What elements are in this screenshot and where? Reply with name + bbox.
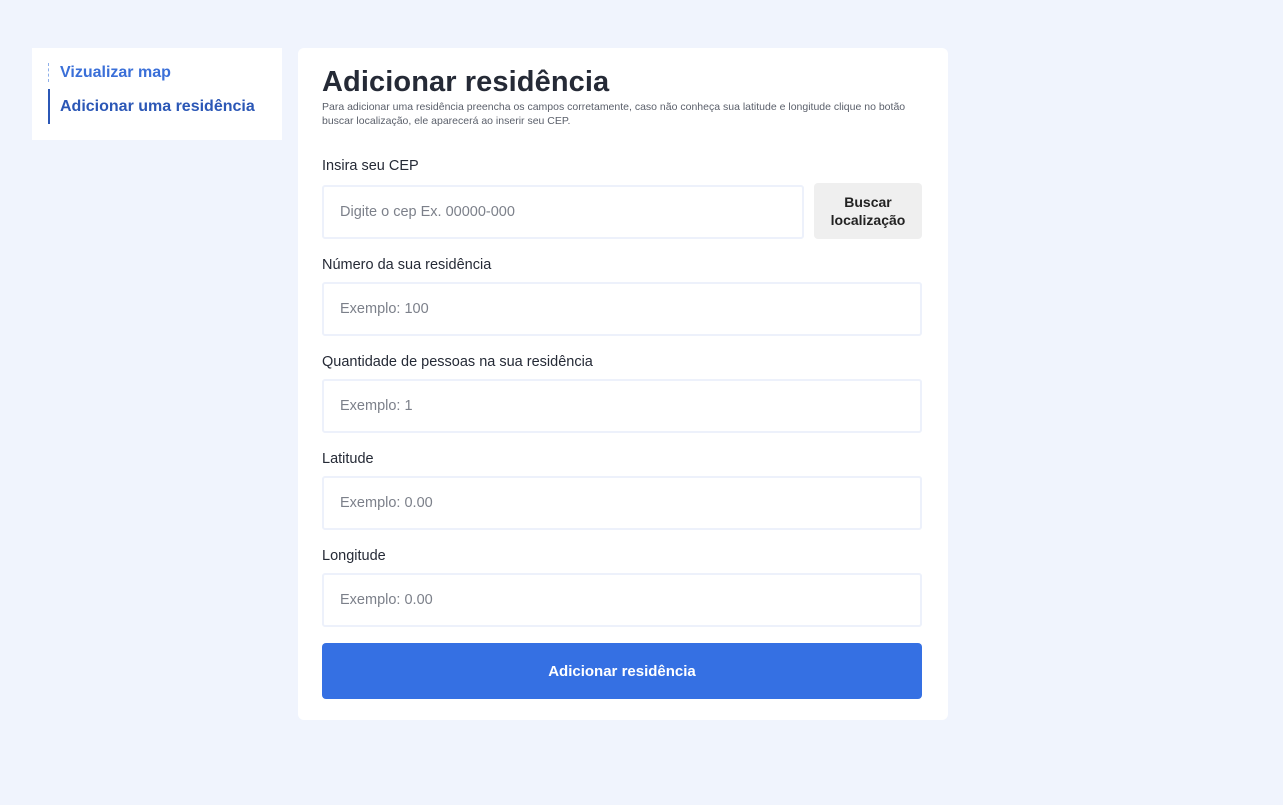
- cep-input[interactable]: [322, 185, 804, 239]
- cep-label: Insira seu CEP: [322, 158, 419, 174]
- people-count-input[interactable]: [322, 379, 922, 433]
- latitude-label: Latitude: [322, 451, 374, 467]
- cep-row: Buscar localização: [322, 183, 922, 239]
- page-subtitle: Para adicionar uma residência preencha o…: [322, 101, 906, 127]
- house-number-label: Número da sua residência: [322, 257, 492, 273]
- search-location-button[interactable]: Buscar localização: [814, 183, 922, 239]
- sidebar-nav: Vizualizar map Adicionar uma residência: [32, 48, 282, 140]
- house-number-input[interactable]: [322, 282, 922, 336]
- longitude-input[interactable]: [322, 573, 922, 627]
- latitude-input[interactable]: [322, 476, 922, 530]
- people-count-label: Quantidade de pessoas na sua residência: [322, 354, 593, 370]
- add-residence-submit-button[interactable]: Adicionar residência: [322, 643, 922, 699]
- longitude-label: Longitude: [322, 548, 386, 564]
- sidebar-item-view-map[interactable]: Vizualizar map: [48, 63, 282, 82]
- add-residence-card: Adicionar residência Para adicionar uma …: [298, 48, 948, 720]
- page-title: Adicionar residência: [322, 66, 610, 98]
- sidebar-item-add-residence[interactable]: Adicionar uma residência: [48, 89, 282, 124]
